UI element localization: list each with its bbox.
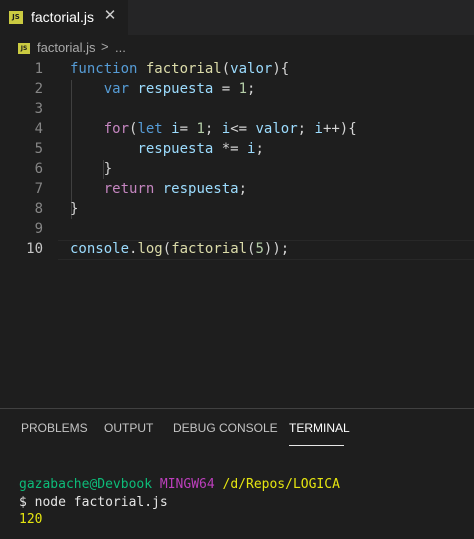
tab-output[interactable]: OUTPUT (104, 421, 153, 435)
javascript-file-icon: JS (18, 43, 30, 54)
code-token: valor (230, 61, 273, 77)
line-number: 8 (34, 201, 43, 217)
terminal-output: 120 (19, 512, 43, 527)
code-line[interactable]: 10 console.log(factorial(5)); (0, 239, 474, 259)
code-token: ( (221, 61, 231, 77)
code-token: ; (238, 181, 248, 197)
code-text: for(let i= 1; i<= valor; i++){ (70, 119, 357, 139)
line-number: 4 (34, 121, 43, 137)
code-line[interactable]: 3 (0, 99, 474, 119)
code-token: ; (247, 81, 256, 97)
code-text: } (70, 159, 112, 179)
code-token: var (103, 81, 138, 97)
code-token: ; (204, 121, 222, 137)
code-token: log (137, 241, 163, 257)
code-text: console.log(factorial(5)); (70, 239, 289, 259)
tab-debug-console[interactable]: DEBUG CONSOLE (173, 421, 278, 435)
code-token: )); (263, 241, 290, 257)
breadcrumb-more[interactable]: ... (115, 40, 126, 55)
prompt-shell: MINGW64 (159, 477, 215, 492)
code-token: 1 (196, 121, 205, 137)
code-line[interactable]: 4 for(let i= 1; i<= valor; i++){ (0, 119, 474, 139)
tab-factorial-js[interactable]: JS factorial.js ✕ (0, 0, 128, 35)
tab-label: factorial.js (31, 9, 95, 25)
line-number: 1 (34, 61, 43, 77)
code-line[interactable]: 1 function factorial(valor){ (0, 59, 474, 79)
terminal[interactable]: gazabache@Devbook MINGW64 /d/Repos/LOGIC… (0, 449, 474, 539)
line-number: 6 (34, 161, 43, 177)
code-line[interactable]: 5 respuesta *= i; (0, 139, 474, 159)
breadcrumb: JS factorial.js > ... (0, 37, 474, 59)
line-number: 5 (34, 141, 43, 157)
prompt-user: gazabache@Devbook (19, 477, 153, 492)
line-number: 7 (34, 181, 43, 197)
line-number: 10 (26, 241, 43, 257)
code-token: for (103, 121, 130, 137)
code-token: i (171, 121, 180, 137)
code-editor[interactable]: 1 function factorial(valor){2 var respues… (0, 59, 474, 409)
code-text: return respuesta; (70, 179, 247, 199)
code-token: console (70, 241, 130, 257)
code-token: *= (213, 141, 248, 157)
code-token: ++){ (322, 121, 357, 137)
code-text: function factorial(valor){ (70, 59, 289, 79)
tab-terminal[interactable]: TERMINAL (289, 421, 350, 435)
code-token: = (179, 121, 197, 137)
code-text: } (70, 199, 78, 219)
code-token: respuesta (137, 81, 214, 97)
prompt-path: /d/Repos/LOGICA (222, 477, 340, 492)
line-number: 3 (34, 101, 43, 117)
code-token: = (213, 81, 239, 97)
code-text: respuesta *= i; (70, 139, 264, 159)
code-token: 1 (238, 81, 248, 97)
code-token: factorial (171, 241, 248, 257)
terminal-prompt: gazabache@Devbook MINGW64 /d/Repos/LOGIC… (19, 476, 340, 494)
code-token: 5 (255, 241, 264, 257)
code-token: respuesta (162, 181, 239, 197)
terminal-command: $ node factorial.js (19, 495, 168, 510)
code-token: i (221, 121, 231, 137)
code-token: let (137, 121, 172, 137)
panel-tab-bar: PROBLEMS OUTPUT DEBUG CONSOLE TERMINAL (0, 409, 474, 449)
code-token: function (70, 61, 146, 77)
editor-tab-bar: JS factorial.js ✕ (0, 0, 474, 35)
active-tab-indicator (289, 445, 344, 446)
code-token: } (70, 161, 113, 177)
code-token: respuesta (137, 141, 214, 157)
javascript-file-icon: JS (9, 11, 23, 24)
code-token: return (103, 181, 163, 197)
code-token: valor (255, 121, 298, 137)
code-token: ){ (272, 61, 290, 77)
code-line[interactable]: 6 } (0, 159, 474, 179)
code-line[interactable]: 8} (0, 199, 474, 219)
breadcrumb-file[interactable]: factorial.js (37, 40, 96, 55)
code-token: ( (162, 241, 172, 257)
close-icon[interactable]: ✕ (102, 7, 118, 25)
line-number: 2 (34, 81, 43, 97)
line-number: 9 (34, 221, 43, 237)
code-line[interactable]: 2 var respuesta = 1; (0, 79, 474, 99)
code-token: i (314, 121, 323, 137)
code-line[interactable]: 9 (0, 219, 474, 239)
chevron-right-icon: > (101, 39, 109, 54)
code-token: ; (255, 141, 264, 157)
tab-problems[interactable]: PROBLEMS (21, 421, 88, 435)
code-token: <= (230, 121, 256, 137)
code-token: } (70, 201, 79, 217)
code-token: ; (297, 121, 315, 137)
code-text: var respuesta = 1; (70, 79, 256, 99)
code-line[interactable]: 7 return respuesta; (0, 179, 474, 199)
code-token: factorial (145, 61, 222, 77)
